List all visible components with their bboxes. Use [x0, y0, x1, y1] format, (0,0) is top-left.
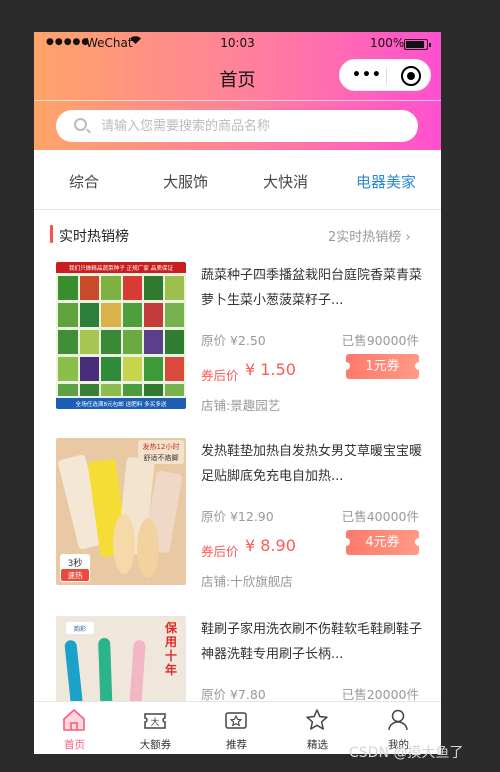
shop-name[interactable]: 店铺:景趣园艺	[201, 395, 280, 414]
image-footer-text: 全场任选满8元包邮 送肥料 多买多送	[75, 400, 166, 408]
seed-packets-grid	[58, 276, 184, 396]
battery-icon	[404, 39, 431, 50]
tab-fmcg[interactable]: 大快消	[263, 171, 308, 192]
section-accent-bar	[50, 225, 53, 243]
product-card[interactable]: 我们只做精品蔬菜种子 正规厂家 品质保证 全场任选满8元包邮 送肥料 多买多送 …	[34, 262, 441, 432]
csdn-watermark: CSDN @摸大鱼了	[349, 745, 464, 761]
product-name[interactable]: 鞋刷子家用洗衣刷不伤鞋软毛鞋刷鞋子神器洗鞋专用刷子长柄...	[201, 617, 423, 667]
product-image-brushes[interactable]: 韵彩 保用十年	[56, 616, 186, 701]
home-icon	[63, 709, 85, 731]
svg-text:大: 大	[150, 716, 159, 728]
product-image-insoles[interactable]: 发热12小时 舒适不烙脚 3秒 速热	[56, 438, 186, 585]
search-input[interactable]	[101, 110, 401, 142]
user-icon	[388, 709, 408, 731]
product-card[interactable]: 发热12小时 舒适不烙脚 3秒 速热 发热鞋垫加热自发热女男艾草暖宝宝暖足贴脚底…	[34, 438, 441, 608]
coupon-button[interactable]: 1元券	[342, 354, 423, 379]
tabbar-label: 精选	[307, 739, 328, 751]
coupon-button[interactable]: 4元券	[342, 530, 423, 555]
header-gradient: ●●●●● WeChat 10:03 100% 首页 •••	[34, 32, 441, 150]
image-banner-text: 我们只做精品蔬菜种子 正规厂家 品质保证	[69, 264, 174, 272]
product-name[interactable]: 发热鞋垫加热自发热女男艾草暖宝宝暖足贴脚底免充电自加热...	[201, 439, 423, 489]
tab-apparel[interactable]: 大服饰	[163, 171, 208, 192]
image-logo-text: 韵彩	[74, 625, 86, 633]
tabbar-label: 首页	[64, 739, 85, 751]
tabbar-recommend[interactable]: 推荐	[196, 702, 277, 754]
tabbar-label: 推荐	[226, 739, 247, 751]
after-coupon-label: 券后价	[201, 544, 239, 559]
search-icon	[74, 118, 87, 131]
image-bottom-text-1: 3秒	[68, 557, 83, 569]
after-coupon-price: ¥ 8.90	[245, 536, 296, 555]
svg-text:保用十年: 保用十年	[164, 620, 178, 677]
category-tabs: 综合 大服饰 大快消 电器美家	[34, 150, 441, 210]
tab-general[interactable]: 综合	[69, 171, 99, 192]
phone-screen: ●●●●● WeChat 10:03 100% 首页 ••• 综合 大服饰 大快…	[34, 32, 441, 754]
original-price: 原价 ¥2.50	[201, 333, 266, 348]
mini-program-capsule[interactable]: •••	[339, 59, 431, 91]
recommend-icon	[225, 712, 247, 729]
tabbar-label: 大额券	[139, 739, 172, 751]
image-bottom-text-2: 速热	[68, 570, 83, 580]
coupon-icon: 大	[144, 713, 166, 729]
tab-appliances-home[interactable]: 电器美家	[356, 171, 416, 192]
search-bar[interactable]	[56, 110, 418, 142]
tabbar-featured[interactable]: 精选	[277, 702, 358, 754]
product-image-seeds[interactable]: 我们只做精品蔬菜种子 正规厂家 品质保证 全场任选满8元包邮 送肥料 多买多送	[56, 262, 186, 409]
star-icon	[306, 709, 328, 730]
image-top-text-2: 舒适不烙脚	[144, 453, 179, 462]
capsule-divider	[386, 67, 387, 85]
more-icon[interactable]: •••	[352, 67, 382, 83]
product-card[interactable]: 韵彩 保用十年 鞋刷子家用洗衣刷不伤鞋软毛鞋刷鞋子神器洗鞋专用刷子长柄... 原…	[34, 616, 441, 701]
shop-name[interactable]: 店铺:十欣旗舰店	[201, 571, 293, 590]
product-name[interactable]: 蔬菜种子四季播盆栽阳台庭院香菜青菜萝卜生菜小葱菠菜籽子...	[201, 263, 423, 313]
original-price: 原价 ¥12.90	[201, 509, 274, 524]
sold-count: 已售40000件	[341, 509, 419, 524]
after-coupon-price: ¥ 1.50	[245, 360, 296, 379]
close-circle-icon[interactable]	[401, 66, 421, 86]
status-bar: ●●●●● WeChat 10:03 100%	[34, 32, 441, 54]
tabbar-coupons[interactable]: 大 大额券	[115, 702, 196, 754]
section-more-link[interactable]: 2实时热销榜 ›	[328, 226, 411, 245]
tabbar-home[interactable]: 首页	[34, 702, 115, 754]
after-coupon-label: 券后价	[201, 368, 239, 383]
original-price: 原价 ¥7.80	[201, 687, 266, 701]
section-title: 实时热销榜	[59, 229, 129, 245]
sold-count: 已售90000件	[341, 333, 419, 348]
battery-percent: 100%	[370, 36, 405, 50]
image-top-text-1: 发热12小时	[143, 442, 180, 451]
hot-sales-header: 实时热销榜 2实时热销榜 ›	[34, 222, 441, 252]
header-divider	[34, 100, 441, 101]
sold-count: 已售20000件	[341, 687, 419, 701]
